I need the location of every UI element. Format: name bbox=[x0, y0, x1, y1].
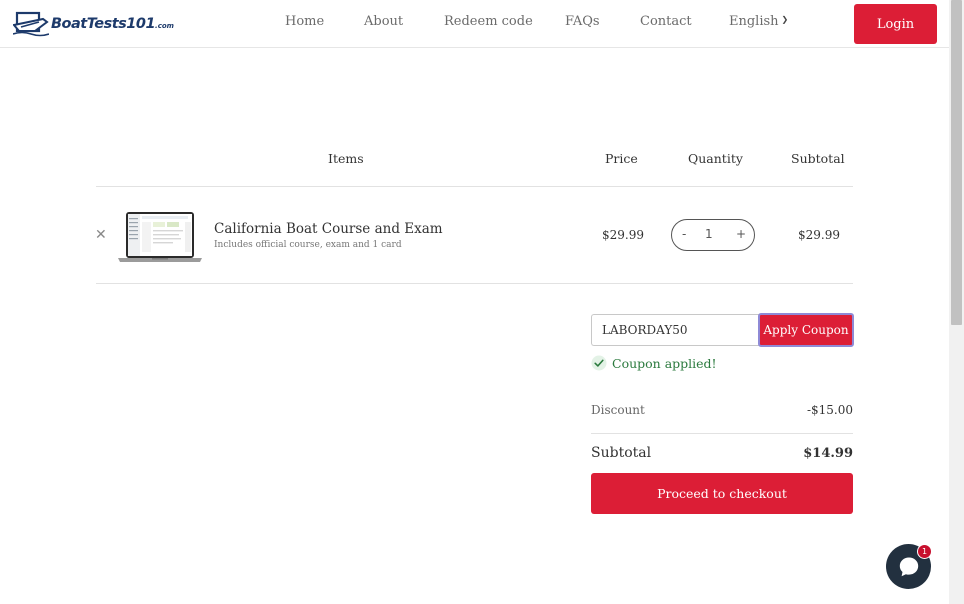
nav-faqs[interactable]: FAQs bbox=[565, 14, 600, 29]
product-title[interactable]: California Boat Course and Exam bbox=[214, 221, 443, 237]
site-header: BoatTests101.com Home About Redeem code … bbox=[0, 0, 949, 48]
discount-value: -$15.00 bbox=[806, 403, 853, 417]
subtotal-value: $14.99 bbox=[803, 446, 853, 461]
close-icon[interactable]: ✕ bbox=[95, 226, 107, 244]
chat-notification-badge: 1 bbox=[917, 544, 932, 559]
totals-divider bbox=[591, 433, 853, 434]
quantity-stepper: - 1 + bbox=[671, 219, 755, 251]
item-subtotal: $29.99 bbox=[798, 228, 840, 242]
language-label: English bbox=[729, 14, 779, 29]
nav-about[interactable]: About bbox=[364, 14, 403, 29]
table-divider-bottom bbox=[96, 283, 853, 284]
coupon-status: Coupon applied! bbox=[591, 354, 717, 372]
nav-redeem-code[interactable]: Redeem code bbox=[444, 14, 533, 29]
chevron-down-icon: ❯ bbox=[781, 15, 789, 24]
table-divider-top bbox=[96, 186, 853, 187]
language-selector[interactable]: English ❯ bbox=[729, 14, 788, 29]
nav-home[interactable]: Home bbox=[285, 14, 324, 29]
subtotal-label: Subtotal bbox=[591, 445, 652, 461]
main-nav: Home About Redeem code FAQs Contact Engl… bbox=[0, 14, 949, 30]
scrollbar-thumb[interactable] bbox=[951, 0, 962, 325]
qty-increase-button[interactable]: + bbox=[736, 227, 746, 241]
proceed-to-checkout-button[interactable]: Proceed to checkout bbox=[591, 473, 853, 514]
coupon-input[interactable] bbox=[591, 314, 761, 346]
header-price: Price bbox=[605, 151, 638, 166]
nav-contact[interactable]: Contact bbox=[640, 14, 692, 29]
coupon-status-text: Coupon applied! bbox=[612, 355, 717, 371]
header-subtotal: Subtotal bbox=[791, 151, 845, 166]
discount-label: Discount bbox=[591, 403, 645, 417]
header-items: Items bbox=[328, 151, 364, 166]
check-circle-icon bbox=[591, 355, 607, 371]
qty-value[interactable]: 1 bbox=[705, 227, 713, 241]
chat-bubble-icon bbox=[899, 557, 918, 576]
product-subtitle: Includes official course, exam and 1 car… bbox=[214, 240, 402, 250]
item-price: $29.99 bbox=[602, 228, 644, 242]
login-button[interactable]: Login bbox=[854, 4, 937, 44]
product-thumbnail bbox=[118, 211, 202, 264]
apply-coupon-button[interactable]: Apply Coupon bbox=[758, 313, 854, 347]
page-scrollbar[interactable] bbox=[949, 0, 964, 604]
qty-decrease-button[interactable]: - bbox=[682, 227, 686, 241]
header-quantity: Quantity bbox=[688, 151, 743, 166]
